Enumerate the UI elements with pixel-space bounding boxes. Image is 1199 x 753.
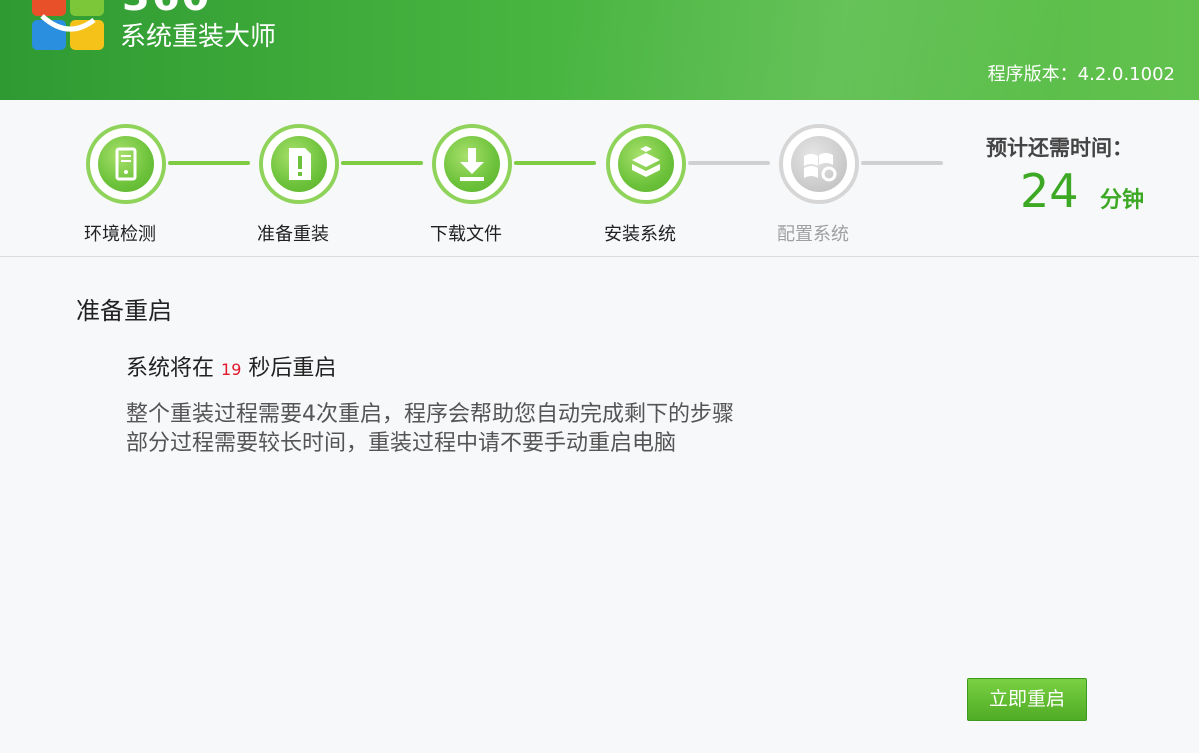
step-connector [341, 161, 423, 165]
step-label: 环境检测 [84, 224, 156, 245]
info-line-2: 部分过程需要较长时间，重装过程中请不要手动重启电脑 [126, 431, 677, 456]
countdown-text: 系统将在 19 秒后重启 [126, 350, 336, 382]
countdown-seconds: 19 [221, 360, 242, 379]
step-label: 配置系统 [777, 224, 849, 245]
info-line-1: 整个重装过程需要4次重启，程序会帮助您自动完成剩下的步骤 [126, 402, 734, 427]
estimate-label: 预计还需时间： [986, 136, 1133, 160]
step-connector [514, 161, 596, 165]
step-connector [168, 161, 250, 165]
restart-now-button[interactable]: 立即重启 [967, 678, 1087, 721]
estimate-value: 24 [1020, 164, 1079, 218]
step-configure-system [779, 124, 859, 204]
step-connector [861, 161, 943, 165]
document-alert-icon [271, 136, 327, 192]
header-bar: 360 系统重装大师 程序版本：4.2.0.1002 [0, 0, 1199, 100]
windows-gear-icon [791, 136, 847, 192]
countdown-prefix: 系统将在 [126, 356, 215, 381]
countdown-suffix: 秒后重启 [248, 356, 337, 381]
step-connector [688, 161, 770, 165]
step-label: 安装系统 [604, 224, 676, 245]
360-logo [32, 0, 108, 50]
app-title: 系统重装大师 [120, 22, 277, 52]
step-prepare-reinstall [259, 124, 339, 204]
page-title: 准备重启 [76, 297, 172, 325]
progress-steps: 环境检测 准备重装 下载文件 安装系统 配置系统 预计还需时间： 24 分钟 [0, 100, 1199, 257]
step-label: 准备重装 [257, 224, 329, 245]
download-icon [444, 136, 500, 192]
step-download-files [432, 124, 512, 204]
version-label: 程序版本：4.2.0.1002 [987, 64, 1175, 85]
step-environment-check [86, 124, 166, 204]
install-box-icon [618, 136, 674, 192]
step-install-system [606, 124, 686, 204]
estimate-unit: 分钟 [1100, 188, 1145, 213]
pc-tower-icon [98, 136, 154, 192]
step-label: 下载文件 [430, 224, 502, 245]
